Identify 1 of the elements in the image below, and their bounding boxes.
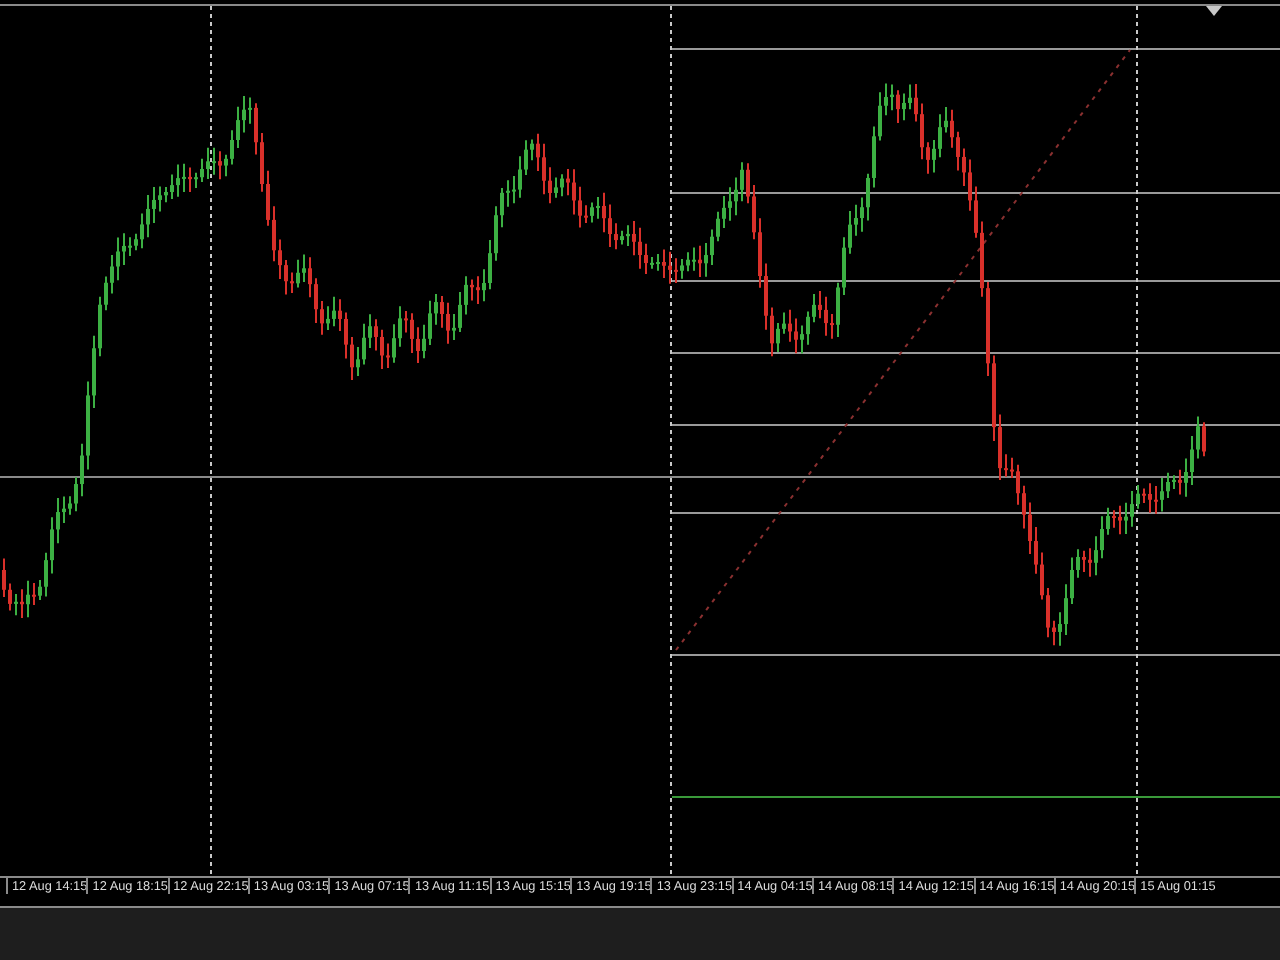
triangle-icon — [1206, 6, 1222, 16]
